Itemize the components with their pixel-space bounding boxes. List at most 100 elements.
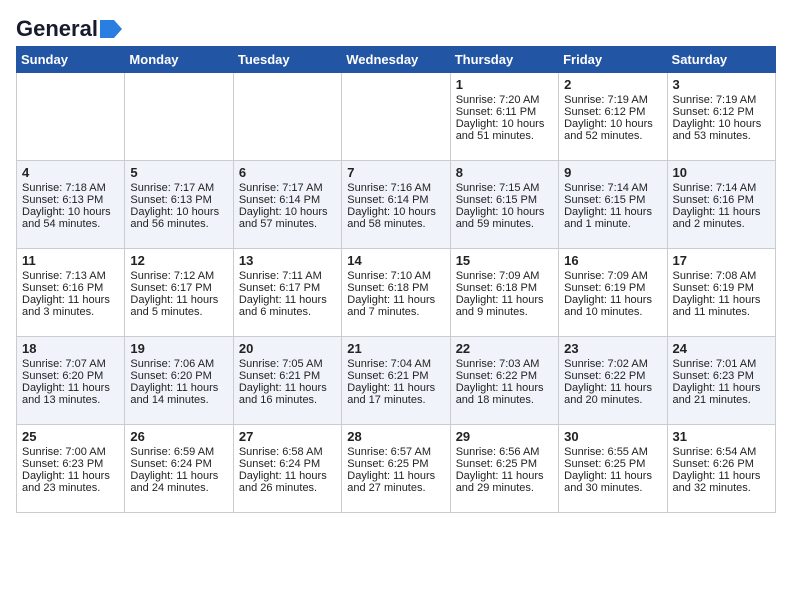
sunset-text: Sunset: 6:23 PM [22,458,119,470]
calendar-cell: 8Sunrise: 7:15 AMSunset: 6:15 PMDaylight… [450,161,558,249]
sunset-text: Sunset: 6:15 PM [456,194,553,206]
sunset-text: Sunset: 6:13 PM [130,194,227,206]
daylight-text: Daylight: 11 hours and 2 minutes. [673,206,770,230]
calendar-cell: 2 Sunrise: 7:19 AMSunset: 6:12 PMDaylight… [559,73,667,161]
day-number: 5 [130,165,227,180]
sunrise-text: Sunrise: 7:07 AM [22,358,119,370]
calendar-cell: 9Sunrise: 7:14 AMSunset: 6:15 PMDaylight… [559,161,667,249]
daylight-text: Daylight: 11 hours and 6 minutes. [239,294,336,318]
calendar-cell: 22Sunrise: 7:03 AMSunset: 6:22 PMDayligh… [450,337,558,425]
daylight-text: Daylight: 10 hours and 59 minutes. [456,206,553,230]
sunrise-text: Sunrise: 7:20 AM [456,94,553,106]
calendar-cell: 16Sunrise: 7:09 AMSunset: 6:19 PMDayligh… [559,249,667,337]
sunset-text: Sunset: 6:25 PM [347,458,444,470]
sunset-text: Sunset: 6:20 PM [130,370,227,382]
sunrise-text: Sunrise: 6:54 AM [673,446,770,458]
day-number: 18 [22,341,119,356]
day-number: 26 [130,429,227,444]
sunrise-text: Sunrise: 7:17 AM [130,182,227,194]
sunrise-text: Sunrise: 7:09 AM [456,270,553,282]
calendar-cell: 21 Sunrise: 7:04 AMSunset: 6:21 PMDayligh… [342,337,450,425]
day-number: 2 [564,77,661,92]
daylight-text: Daylight: 11 hours and 9 minutes. [456,294,553,318]
sunset-text: Sunset: 6:14 PM [239,194,336,206]
day-number: 25 [22,429,119,444]
sunrise-text: Sunrise: 6:57 AM [347,446,444,458]
calendar-cell [125,73,233,161]
sunrise-text: Sunrise: 7:04 AM [347,358,444,370]
day-number: 12 [130,253,227,268]
daylight-text: Daylight: 11 hours and 1 minute. [564,206,661,230]
calendar-cell: 4Sunrise: 7:18 AMSunset: 6:13 PMDaylight… [17,161,125,249]
day-number: 10 [673,165,770,180]
sunrise-text: Sunrise: 7:03 AM [456,358,553,370]
day-number: 9 [564,165,661,180]
sunset-text: Sunset: 6:17 PM [239,282,336,294]
day-number: 15 [456,253,553,268]
day-number: 29 [456,429,553,444]
calendar-cell: 13Sunrise: 7:11 AMSunset: 6:17 PMDayligh… [233,249,341,337]
calendar-cell [233,73,341,161]
daylight-text: Daylight: 11 hours and 14 minutes. [130,382,227,406]
sunrise-text: Sunrise: 7:02 AM [564,358,661,370]
calendar-table: SundayMondayTuesdayWednesdayThursdayFrid… [16,46,776,513]
calendar-cell [17,73,125,161]
sunrise-text: Sunrise: 7:09 AM [564,270,661,282]
day-number: 17 [673,253,770,268]
calendar-cell: 23Sunrise: 7:02 AMSunset: 6:22 PMDayligh… [559,337,667,425]
sunset-text: Sunset: 6:25 PM [564,458,661,470]
sunset-text: Sunset: 6:12 PM [564,106,661,118]
day-number: 16 [564,253,661,268]
sunrise-text: Sunrise: 7:01 AM [673,358,770,370]
calendar-cell: 17Sunrise: 7:08 AMSunset: 6:19 PMDayligh… [667,249,775,337]
sunset-text: Sunset: 6:13 PM [22,194,119,206]
calendar-cell: 7Sunrise: 7:16 AMSunset: 6:14 PMDaylight… [342,161,450,249]
calendar-cell: 15 Sunrise: 7:09 AMSunset: 6:18 PMDayligh… [450,249,558,337]
logo-general: General [16,16,98,42]
sunset-text: Sunset: 6:25 PM [456,458,553,470]
sunrise-text: Sunrise: 7:18 AM [22,182,119,194]
day-number: 21 [347,341,444,356]
sunset-text: Sunset: 6:26 PM [673,458,770,470]
sunset-text: Sunset: 6:16 PM [673,194,770,206]
sunset-text: Sunset: 6:24 PM [239,458,336,470]
daylight-text: Daylight: 11 hours and 3 minutes. [22,294,119,318]
day-number: 3 [673,77,770,92]
calendar-cell: 19Sunrise: 7:06 AMSunset: 6:20 PMDayligh… [125,337,233,425]
day-number: 31 [673,429,770,444]
sunset-text: Sunset: 6:21 PM [347,370,444,382]
calendar-cell: 29Sunrise: 6:56 AMSunset: 6:25 PMDayligh… [450,425,558,513]
sunset-text: Sunset: 6:22 PM [456,370,553,382]
calendar-cell: 18Sunrise: 7:07 AMSunset: 6:20 PMDayligh… [17,337,125,425]
sunset-text: Sunset: 6:21 PM [239,370,336,382]
daylight-text: Daylight: 11 hours and 16 minutes. [239,382,336,406]
weekday-header-thursday: Thursday [450,47,558,73]
daylight-text: Daylight: 11 hours and 30 minutes. [564,470,661,494]
daylight-text: Daylight: 11 hours and 17 minutes. [347,382,444,406]
calendar-cell: 12Sunrise: 7:12 AMSunset: 6:17 PMDayligh… [125,249,233,337]
calendar-cell: 30Sunrise: 6:55 AMSunset: 6:25 PMDayligh… [559,425,667,513]
day-number: 11 [22,253,119,268]
day-number: 6 [239,165,336,180]
sunrise-text: Sunrise: 7:19 AM [564,94,661,106]
day-number: 27 [239,429,336,444]
day-number: 28 [347,429,444,444]
calendar-cell: 1Sunrise: 7:20 AMSunset: 6:11 PMDaylight… [450,73,558,161]
day-number: 8 [456,165,553,180]
daylight-text: Daylight: 11 hours and 26 minutes. [239,470,336,494]
day-number: 7 [347,165,444,180]
daylight-text: Daylight: 11 hours and 24 minutes. [130,470,227,494]
sunrise-text: Sunrise: 7:17 AM [239,182,336,194]
daylight-text: Daylight: 10 hours and 52 minutes. [564,118,661,142]
calendar-cell: 25Sunrise: 7:00 AMSunset: 6:23 PMDayligh… [17,425,125,513]
day-number: 1 [456,77,553,92]
day-number: 4 [22,165,119,180]
daylight-text: Daylight: 11 hours and 20 minutes. [564,382,661,406]
daylight-text: Daylight: 11 hours and 32 minutes. [673,470,770,494]
sunset-text: Sunset: 6:17 PM [130,282,227,294]
calendar-cell: 20Sunrise: 7:05 AMSunset: 6:21 PMDayligh… [233,337,341,425]
calendar-cell: 5Sunrise: 7:17 AMSunset: 6:13 PMDaylight… [125,161,233,249]
day-number: 22 [456,341,553,356]
sunset-text: Sunset: 6:18 PM [456,282,553,294]
daylight-text: Daylight: 11 hours and 27 minutes. [347,470,444,494]
